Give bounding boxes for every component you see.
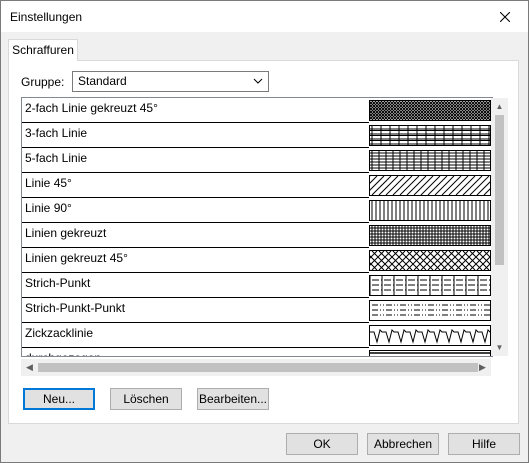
hatch-swatch — [369, 125, 491, 146]
window-title: Einstellungen — [10, 10, 83, 24]
group-select-value: Standard — [78, 74, 127, 88]
edit-button[interactable]: Bearbeiten... — [197, 388, 269, 410]
ok-button[interactable]: OK — [286, 433, 358, 455]
list-item-label: Strich-Punkt — [25, 276, 91, 290]
hatch-swatch — [369, 275, 491, 296]
list-item-label: Zickzacklinie — [25, 326, 94, 340]
hatch-swatch — [369, 225, 491, 246]
list-item[interactable]: durchgezogen — [22, 348, 492, 356]
help-button[interactable]: Hilfe — [448, 433, 520, 455]
list-item[interactable]: Linie 45° — [22, 173, 492, 198]
scroll-left-icon[interactable]: ◀ — [25, 362, 34, 373]
list-item[interactable]: Strich-Punkt-Punkt — [22, 298, 492, 323]
group-select[interactable]: Standard — [72, 71, 269, 92]
scroll-down-icon[interactable]: ▼ — [495, 343, 504, 352]
hatch-swatch — [369, 200, 491, 221]
hatch-swatch — [369, 150, 491, 171]
scroll-right-icon[interactable]: ▶ — [478, 362, 487, 373]
crosshatch-dense-icon — [370, 101, 490, 120]
vertical-scrollbar[interactable]: ▲ ▼ — [491, 98, 508, 356]
list-item[interactable]: Zickzacklinie — [22, 323, 492, 348]
new-button[interactable]: Neu... — [23, 388, 95, 410]
horizontal-scrollbar[interactable]: ◀ ▶ — [21, 359, 491, 376]
chevron-down-icon — [253, 78, 263, 84]
hatch-swatch — [369, 100, 491, 121]
five-line-icon — [370, 151, 490, 170]
list-item[interactable]: Strich-Punkt — [22, 273, 492, 298]
hatch-swatch — [369, 350, 491, 356]
close-icon — [500, 11, 510, 22]
list-item-label: durchgezogen — [25, 351, 101, 356]
title-bar: Einstellungen — [1, 1, 528, 32]
list-item-label: 3-fach Linie — [25, 126, 88, 140]
close-button[interactable] — [482, 1, 528, 32]
list-item[interactable]: Linie 90° — [22, 198, 492, 223]
triple-line-icon — [370, 126, 490, 145]
list-item-label: 2-fach Linie gekreuzt 45° — [25, 101, 158, 115]
diagonal-45-icon — [370, 176, 490, 195]
hatch-pattern-list[interactable]: 2-fach Linie gekreuzt 45° 3-fach Linie 5-f… — [21, 97, 493, 357]
list-item[interactable]: Linien gekreuzt — [22, 223, 492, 248]
tab-schraffuren[interactable]: Schraffuren — [8, 39, 78, 61]
vertical-90-icon — [371, 201, 489, 220]
delete-button[interactable]: Löschen — [110, 388, 182, 410]
diamond-cross-icon — [370, 251, 490, 270]
list-item-label: Linien gekreuzt — [25, 226, 107, 240]
dash-dot-dot-icon — [372, 304, 490, 316]
horizontal-scroll-thumb[interactable] — [38, 363, 478, 372]
grid-cross-icon — [370, 226, 490, 245]
solid-icon — [370, 352, 490, 354]
group-label: Gruppe: — [21, 75, 65, 89]
zigzag-icon — [370, 329, 490, 344]
list-item[interactable]: 3-fach Linie — [22, 123, 492, 148]
list-item-label: Linien gekreuzt 45° — [25, 251, 128, 265]
scroll-up-icon[interactable]: ▲ — [495, 102, 504, 111]
list-item[interactable]: Linien gekreuzt 45° — [22, 248, 492, 273]
list-item-label: Strich-Punkt-Punkt — [25, 301, 126, 315]
hatch-swatch — [369, 325, 491, 346]
cancel-button[interactable]: Abbrechen — [367, 433, 439, 455]
hatch-swatch — [369, 175, 491, 196]
hatch-swatch — [369, 300, 491, 321]
hatch-swatch — [369, 250, 491, 271]
list-item-label: Linie 90° — [25, 201, 72, 215]
dash-dot-icon — [370, 276, 490, 295]
vertical-scroll-thumb[interactable] — [495, 115, 504, 265]
list-item[interactable]: 2-fach Linie gekreuzt 45° — [22, 98, 492, 123]
list-item[interactable]: 5-fach Linie — [22, 148, 492, 173]
list-item-label: Linie 45° — [25, 176, 72, 190]
list-item-label: 5-fach Linie — [25, 151, 88, 165]
